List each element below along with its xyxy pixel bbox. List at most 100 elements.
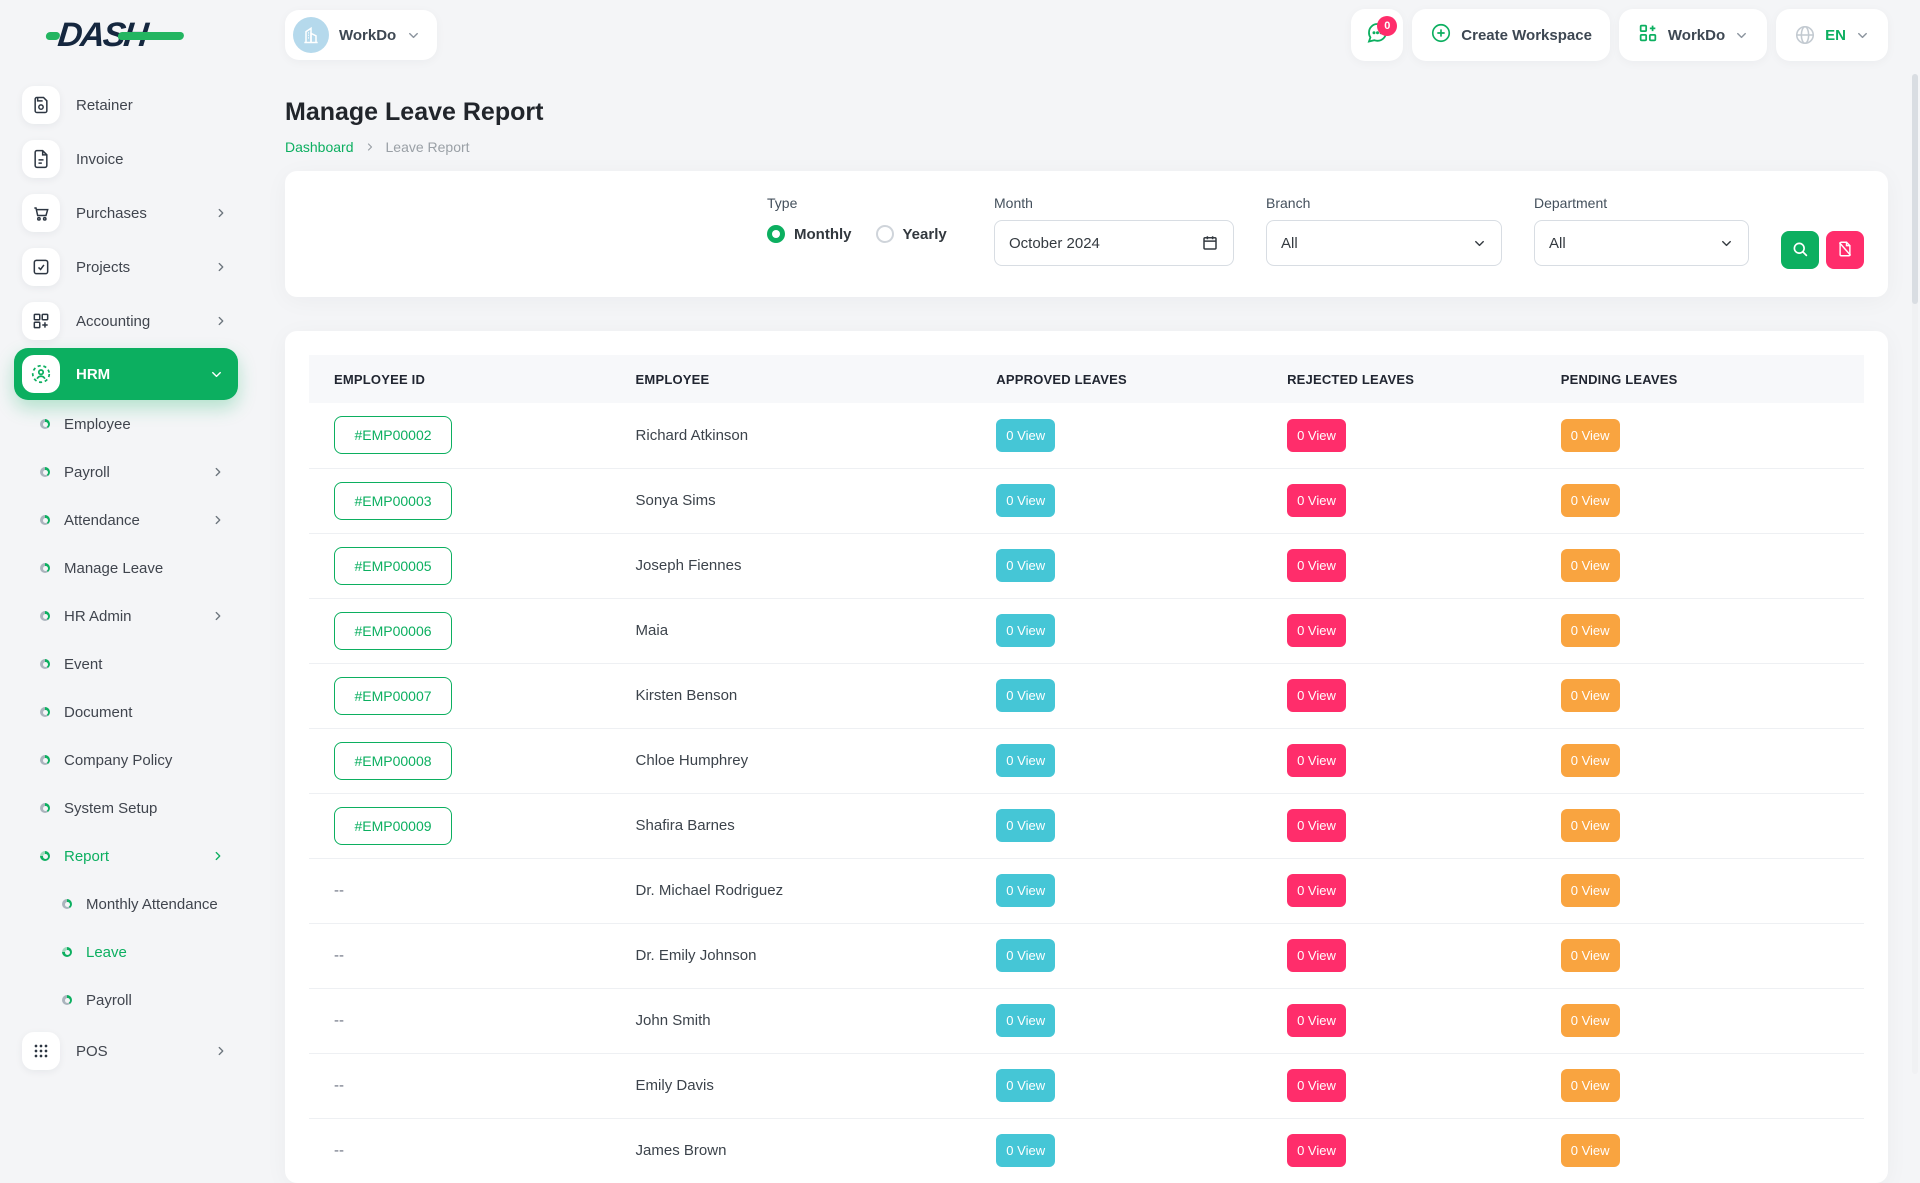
sidebar-item-company-policy[interactable]: Company Policy bbox=[0, 736, 250, 784]
approved-view-badge[interactable]: 0 View bbox=[996, 614, 1055, 647]
approved-view-badge[interactable]: 0 View bbox=[996, 549, 1055, 582]
rejected-view-badge[interactable]: 0 View bbox=[1287, 1004, 1346, 1037]
sidebar-item-accounting[interactable]: Accounting bbox=[0, 294, 250, 348]
employee-name: Dr. Emily Johnson bbox=[636, 947, 757, 964]
sidebar-item-event[interactable]: Event bbox=[0, 640, 250, 688]
rejected-view-badge[interactable]: 0 View bbox=[1287, 549, 1346, 582]
breadcrumb-current: Leave Report bbox=[386, 139, 470, 155]
approved-view-badge[interactable]: 0 View bbox=[996, 419, 1055, 452]
rejected-view-badge[interactable]: 0 View bbox=[1287, 484, 1346, 517]
logo-accent-dot bbox=[45, 32, 60, 40]
sidebar-item-label: HR Admin bbox=[64, 608, 132, 625]
chat-button[interactable]: 0 bbox=[1351, 9, 1403, 61]
pending-view-badge[interactable]: 0 View bbox=[1561, 549, 1620, 582]
approved-view-badge[interactable]: 0 View bbox=[996, 484, 1055, 517]
rejected-view-badge[interactable]: 0 View bbox=[1287, 1069, 1346, 1102]
radio-yearly[interactable]: Yearly bbox=[876, 225, 947, 243]
employee-name: James Brown bbox=[636, 1142, 727, 1159]
employee-id-empty: -- bbox=[334, 947, 344, 964]
pending-view-badge[interactable]: 0 View bbox=[1561, 1134, 1620, 1167]
radio-monthly[interactable]: Monthly bbox=[767, 225, 852, 243]
sidebar-item-retainer[interactable]: Retainer bbox=[0, 78, 250, 132]
workspace-menu-button[interactable]: WorkDo bbox=[1619, 9, 1767, 61]
approved-view-badge[interactable]: 0 View bbox=[996, 809, 1055, 842]
scrollbar-thumb[interactable] bbox=[1912, 74, 1918, 304]
rejected-view-badge[interactable]: 0 View bbox=[1287, 939, 1346, 972]
bullet-icon bbox=[40, 515, 50, 525]
pending-view-badge[interactable]: 0 View bbox=[1561, 484, 1620, 517]
chevron-right-icon bbox=[214, 314, 228, 328]
sidebar-item-label: Company Policy bbox=[64, 752, 172, 769]
employee-id-button[interactable]: #EMP00007 bbox=[334, 677, 452, 715]
approved-view-badge[interactable]: 0 View bbox=[996, 744, 1055, 777]
create-workspace-label: Create Workspace bbox=[1461, 27, 1592, 44]
sidebar-item-report[interactable]: Report bbox=[0, 832, 250, 880]
rejected-view-badge[interactable]: 0 View bbox=[1287, 874, 1346, 907]
chevron-right-icon bbox=[214, 1044, 228, 1058]
employee-name: Chloe Humphrey bbox=[636, 752, 749, 769]
breadcrumb-dashboard-link[interactable]: Dashboard bbox=[285, 139, 354, 155]
department-select[interactable]: All bbox=[1534, 220, 1749, 266]
pending-view-badge[interactable]: 0 View bbox=[1561, 679, 1620, 712]
rejected-view-badge[interactable]: 0 View bbox=[1287, 809, 1346, 842]
rejected-view-badge[interactable]: 0 View bbox=[1287, 419, 1346, 452]
create-workspace-button[interactable]: Create Workspace bbox=[1412, 9, 1610, 61]
breadcrumb: Dashboard Leave Report bbox=[285, 139, 1888, 155]
pending-view-badge[interactable]: 0 View bbox=[1561, 809, 1620, 842]
employee-name: Shafira Barnes bbox=[636, 817, 735, 834]
employee-id-button[interactable]: #EMP00005 bbox=[334, 547, 452, 585]
sidebar-item-document[interactable]: Document bbox=[0, 688, 250, 736]
language-selector[interactable]: EN bbox=[1776, 9, 1888, 61]
sidebar-item-label: Employee bbox=[64, 416, 131, 433]
sidebar-item-manage-leave[interactable]: Manage Leave bbox=[0, 544, 250, 592]
chevron-down-icon bbox=[1734, 28, 1749, 43]
approved-view-badge[interactable]: 0 View bbox=[996, 939, 1055, 972]
workspace-selector[interactable]: WorkDo bbox=[285, 10, 437, 60]
pending-view-badge[interactable]: 0 View bbox=[1561, 1069, 1620, 1102]
sidebar-item-system-setup[interactable]: System Setup bbox=[0, 784, 250, 832]
pending-view-badge[interactable]: 0 View bbox=[1561, 419, 1620, 452]
sidebar-item-payroll[interactable]: Payroll bbox=[0, 976, 250, 1024]
chevron-down-icon bbox=[1472, 236, 1487, 251]
sidebar-item-payroll[interactable]: Payroll bbox=[0, 448, 250, 496]
rejected-view-badge[interactable]: 0 View bbox=[1287, 614, 1346, 647]
search-button[interactable] bbox=[1781, 231, 1819, 269]
employee-id-button[interactable]: #EMP00008 bbox=[334, 742, 452, 780]
scrollbar[interactable] bbox=[1912, 74, 1918, 1074]
approved-view-badge[interactable]: 0 View bbox=[996, 1069, 1055, 1102]
sidebar-item-hr-admin[interactable]: HR Admin bbox=[0, 592, 250, 640]
approved-view-badge[interactable]: 0 View bbox=[996, 874, 1055, 907]
sidebar-item-purchases[interactable]: Purchases bbox=[0, 186, 250, 240]
rejected-view-badge[interactable]: 0 View bbox=[1287, 1134, 1346, 1167]
rejected-view-badge[interactable]: 0 View bbox=[1287, 744, 1346, 777]
employee-id-button[interactable]: #EMP00009 bbox=[334, 807, 452, 845]
sidebar-item-pos[interactable]: POS bbox=[0, 1024, 250, 1078]
employee-id-button[interactable]: #EMP00002 bbox=[334, 416, 452, 454]
reset-filter-button[interactable] bbox=[1826, 231, 1864, 269]
employee-id-button[interactable]: #EMP00003 bbox=[334, 482, 452, 520]
sidebar-item-leave[interactable]: Leave bbox=[0, 928, 250, 976]
pending-view-badge[interactable]: 0 View bbox=[1561, 939, 1620, 972]
approved-view-badge[interactable]: 0 View bbox=[996, 1004, 1055, 1037]
rejected-view-badge[interactable]: 0 View bbox=[1287, 679, 1346, 712]
topbar: DASH WorkDo 0 Create Workspace WorkDo bbox=[0, 0, 1920, 70]
employee-id-button[interactable]: #EMP00006 bbox=[334, 612, 452, 650]
approved-view-badge[interactable]: 0 View bbox=[996, 679, 1055, 712]
pending-view-badge[interactable]: 0 View bbox=[1561, 1004, 1620, 1037]
pending-view-badge[interactable]: 0 View bbox=[1561, 614, 1620, 647]
sidebar-item-label: Report bbox=[64, 848, 109, 865]
month-input[interactable]: October 2024 bbox=[994, 220, 1234, 266]
sidebar-item-hrm[interactable]: HRM bbox=[14, 348, 238, 400]
sidebar-item-monthly-attendance[interactable]: Monthly Attendance bbox=[0, 880, 250, 928]
sidebar-item-projects[interactable]: Projects bbox=[0, 240, 250, 294]
branch-select[interactable]: All bbox=[1266, 220, 1502, 266]
approved-view-badge[interactable]: 0 View bbox=[996, 1134, 1055, 1167]
brand-logo[interactable]: DASH bbox=[0, 18, 250, 52]
sidebar-item-attendance[interactable]: Attendance bbox=[0, 496, 250, 544]
sidebar-item-employee[interactable]: Employee bbox=[0, 400, 250, 448]
pending-view-badge[interactable]: 0 View bbox=[1561, 744, 1620, 777]
month-value: October 2024 bbox=[1009, 235, 1100, 252]
pending-view-badge[interactable]: 0 View bbox=[1561, 874, 1620, 907]
chevron-right-icon bbox=[214, 206, 228, 220]
sidebar-item-invoice[interactable]: Invoice bbox=[0, 132, 250, 186]
